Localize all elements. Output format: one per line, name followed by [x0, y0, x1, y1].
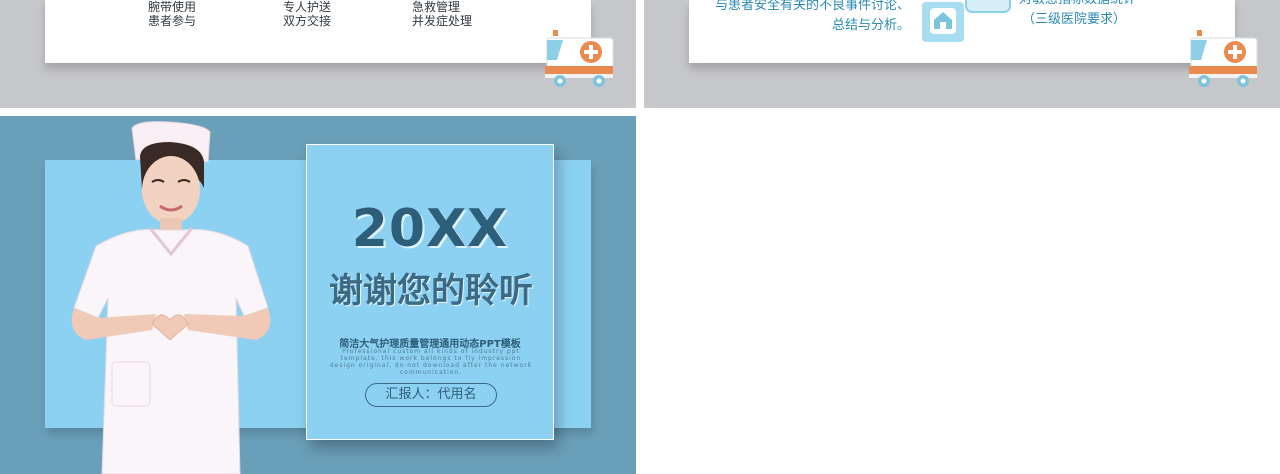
event-text-line-1: 与患者安全有关的不良事件讨论、 — [715, 0, 911, 13]
slide-thumbnail-2[interactable]: 与患者安全有关的不良事件讨论、 总结与分析。 对敏感指标数据统计 （三级医院要求… — [644, 0, 1280, 108]
column-line: 腕带使用 — [148, 0, 197, 14]
ambulance-icon — [545, 30, 614, 87]
slide-thumbnail-1[interactable]: 腕带使用 患者参与 专人护送 双方交接 急救管理 并发症处理 — [0, 0, 636, 108]
slide-thumbnail-3[interactable]: 20XX 谢谢您的聆听 简洁大气护理质量管理通用动态PPT模板 Professi… — [0, 116, 636, 474]
ambulance-icon — [1189, 30, 1258, 87]
text-column-1: 腕带使用 患者参与 — [148, 0, 196, 28]
indicator-text-line-1: 对敏感指标数据统计 — [1019, 0, 1136, 8]
indicator-text-line-2: （三级医院要求） — [1022, 12, 1127, 27]
column-line: 并发症处理 — [412, 14, 473, 28]
content-card: 腕带使用 患者参与 专人护送 双方交接 急救管理 并发症处理 — [45, 0, 591, 63]
text-column-2: 专人护送 双方交接 — [283, 0, 331, 28]
reporter-label: 汇报人：代用名 — [365, 383, 497, 407]
column-line: 双方交接 — [283, 14, 332, 28]
title-panel: 20XX 谢谢您的聆听 简洁大气护理质量管理通用动态PPT模板 Professi… — [306, 144, 554, 440]
english-description: Professional custom all kinds of industr… — [329, 348, 533, 376]
content-card: 与患者安全有关的不良事件讨论、 总结与分析。 对敏感指标数据统计 （三级医院要求… — [689, 0, 1235, 63]
home-icon — [922, 0, 1011, 42]
year-title: 20XX — [351, 199, 509, 259]
column-line: 患者参与 — [148, 14, 197, 28]
nurse-photo — [71, 121, 271, 474]
event-text-line-2: 总结与分析。 — [832, 18, 911, 33]
thank-you-title: 谢谢您的聆听 — [329, 271, 533, 311]
column-line: 专人护送 — [283, 0, 332, 14]
column-line: 急救管理 — [412, 0, 461, 14]
text-column-3: 急救管理 并发症处理 — [412, 0, 472, 28]
